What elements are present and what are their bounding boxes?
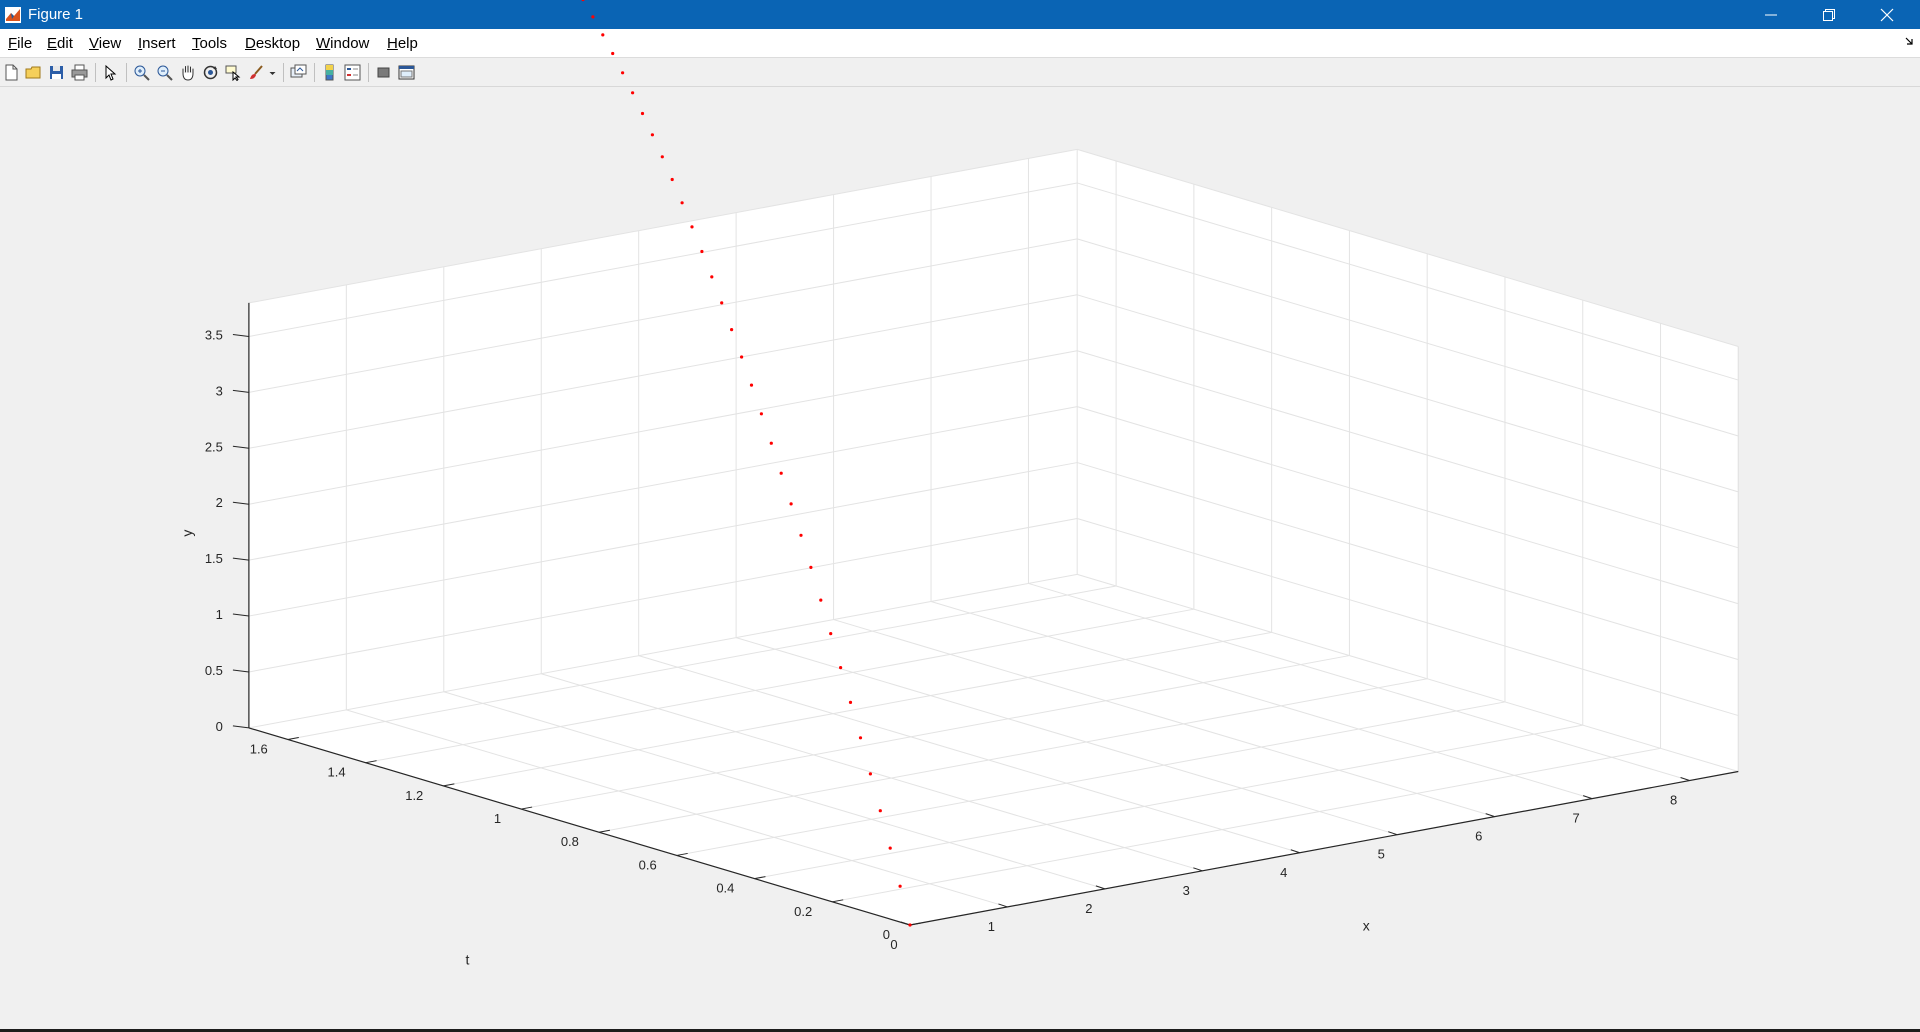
t-tick-label: 0 [883, 927, 890, 942]
data-point [640, 111, 645, 116]
data-point [789, 502, 793, 506]
data-point [700, 249, 704, 254]
data-point [888, 846, 892, 850]
data-point [720, 301, 724, 305]
data-point [858, 736, 863, 740]
data-point [848, 700, 853, 705]
data-point [898, 884, 902, 888]
x-tick-label: 8 [1670, 793, 1677, 808]
t-tick-label: 0.6 [639, 857, 657, 872]
data-point [878, 809, 882, 813]
x-tick-label: 1 [988, 919, 995, 934]
y-tick [232, 389, 249, 393]
data-point [650, 133, 655, 137]
data-point [680, 201, 684, 205]
y-tick-label: 0.5 [205, 663, 223, 678]
t-tick-label: 1.2 [405, 788, 423, 803]
t-axis-label: t [466, 952, 470, 968]
y-tick [232, 725, 249, 729]
x-tick-label: 0 [890, 937, 897, 952]
t-tick-label: 1.6 [250, 742, 268, 757]
y-tick [232, 333, 249, 337]
t-tick-label: 0.2 [794, 904, 812, 919]
data-point [759, 412, 764, 416]
data-point [631, 91, 635, 95]
y-tick-label: 3 [216, 383, 223, 398]
y-tick [232, 669, 249, 673]
y-tick-label: 2 [216, 495, 223, 510]
y-tick-label: 1.5 [205, 551, 223, 566]
y-axis-label: y [179, 530, 195, 537]
x-tick-label: 6 [1475, 829, 1482, 844]
data-point [829, 632, 833, 636]
y-tick [232, 557, 249, 561]
y-tick [232, 445, 249, 449]
data-point [839, 666, 843, 670]
data-point [809, 565, 813, 570]
data-point [749, 383, 754, 387]
t-tick-label: 0.4 [716, 881, 734, 896]
t-tick-label: 1.4 [328, 765, 346, 780]
data-point [660, 155, 664, 159]
x-axis-label: x [1363, 917, 1370, 933]
data-point [730, 328, 734, 332]
data-point [908, 923, 912, 927]
y-tick-label: 2.5 [205, 439, 223, 454]
data-point [779, 471, 783, 475]
data-point [868, 772, 873, 776]
y-tick-label: 3.5 [205, 328, 223, 343]
data-point [799, 533, 803, 537]
data-point [581, 0, 585, 2]
data-point [670, 177, 674, 182]
data-point [740, 355, 744, 359]
plot-canvas[interactable]: 0 1 2 3 4 5 6 7 8 0 0.2 0.4 0.6 0.8 1 1.2 1.4 1.6 0 0.5 1 1.5… [0, 0, 1920, 1032]
y-tick [232, 613, 249, 617]
data-point [621, 71, 625, 75]
data-point [819, 598, 823, 602]
x-tick-label: 5 [1378, 847, 1385, 862]
t-tick-label: 0.8 [561, 834, 579, 849]
data-point [769, 441, 773, 445]
y-tick [232, 501, 249, 505]
data-point [601, 33, 605, 37]
data-point [591, 15, 595, 19]
data-point [710, 275, 714, 279]
data-point [611, 51, 615, 56]
y-tick-label: 0 [216, 719, 223, 734]
x-tick-label: 3 [1183, 883, 1190, 898]
data-point [690, 225, 694, 229]
x-tick-label: 7 [1572, 811, 1579, 826]
y-tick-label: 1 [216, 607, 223, 622]
x-tick-label: 2 [1085, 901, 1092, 916]
x-tick-label: 4 [1280, 865, 1287, 880]
t-tick-label: 1 [494, 811, 501, 826]
